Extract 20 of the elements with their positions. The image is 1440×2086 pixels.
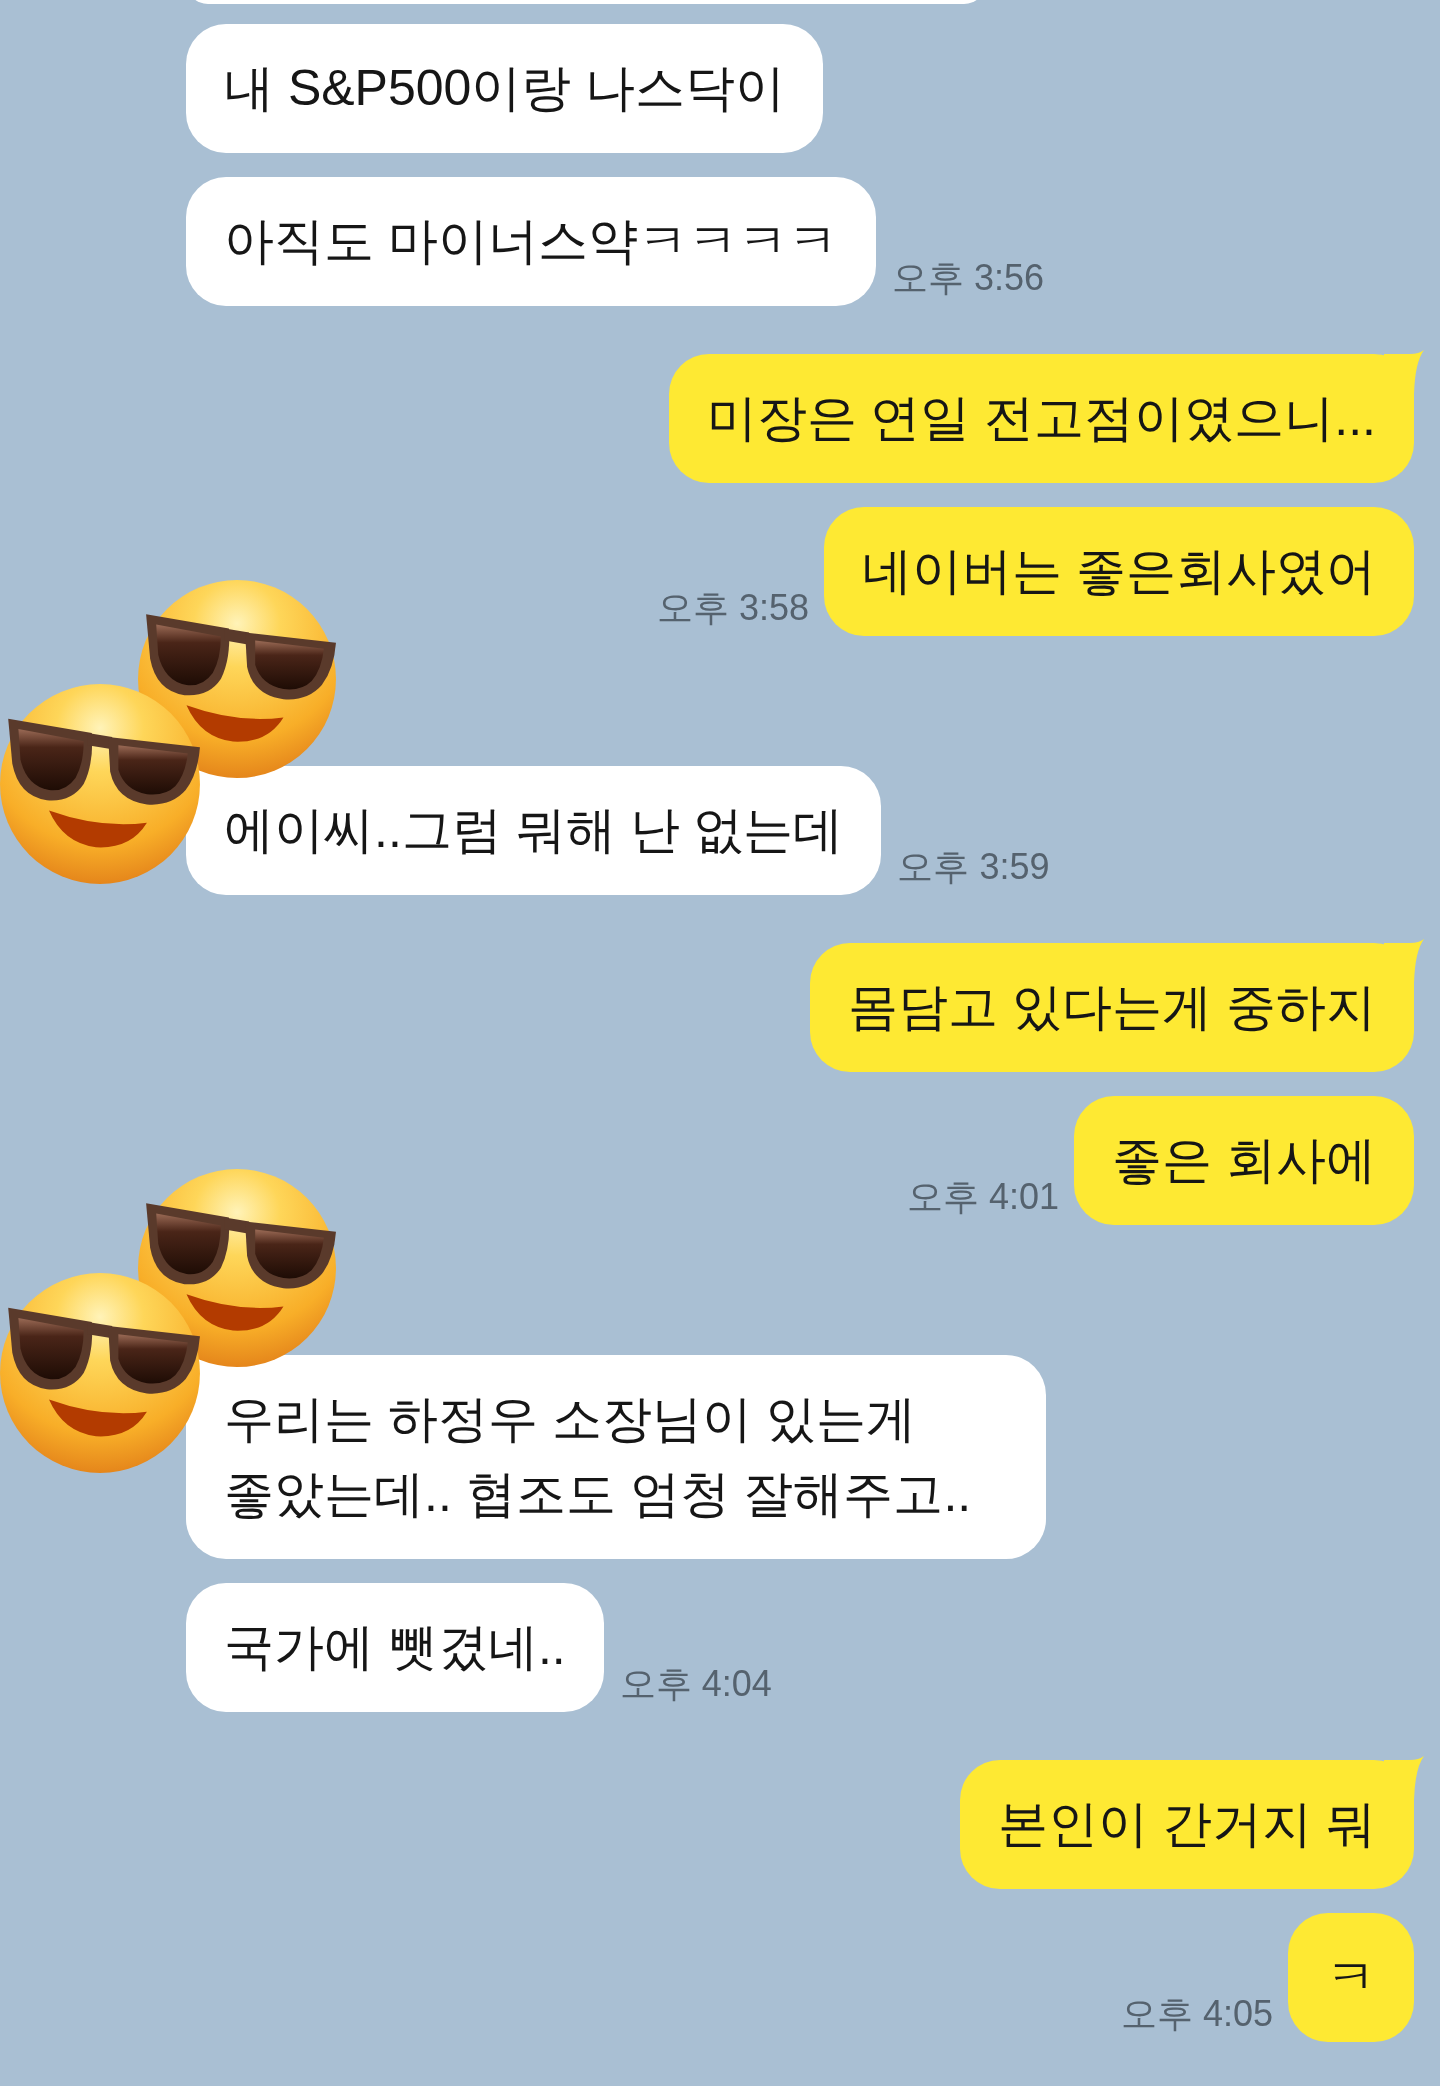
message-bubble: 네이버는 좋은회사였어 [824,507,1414,636]
bubble-tail-icon [1384,1756,1424,1800]
bubble-tail-icon [1384,350,1424,394]
message-bubble: 국가에 뺏겼네.. [186,1583,604,1712]
message-time: 오후 3:58 [657,590,810,630]
message-time: 오후 4:04 [619,1666,772,1706]
message-bubble: 몸담고 있다는게 중하지 [810,943,1414,1072]
bubble-tail-icon [1384,939,1424,983]
message-time: 오후 4:05 [1120,1996,1273,2036]
message-time: 오후 3:56 [891,260,1044,300]
message-time: 오후 4:01 [907,1179,1060,1219]
message-time: 오후 3:59 [897,849,1050,889]
message-bubble: 미장은 연일 전고점이였으니... [668,354,1414,483]
message-bubble: 아직도 마이너스약ㅋㅋㅋㅋ [186,177,876,306]
message-bubble: 본인이 간거지 뭐 [960,1760,1414,1889]
message-bubble: 좋은 회사에 [1074,1096,1414,1225]
message-bubble: 내 S&P500이랑 나스닥이 [186,24,824,153]
message-bubble: 에이씨..그럼 뭐해 난 없는데 [186,766,882,895]
message-bubble: ㅋ [1288,1913,1414,2042]
message-bubble: 우리는 하정우 소장님이 있는게 좋았는데.. 협조도 엄청 잘해주고.. [186,1355,1046,1559]
